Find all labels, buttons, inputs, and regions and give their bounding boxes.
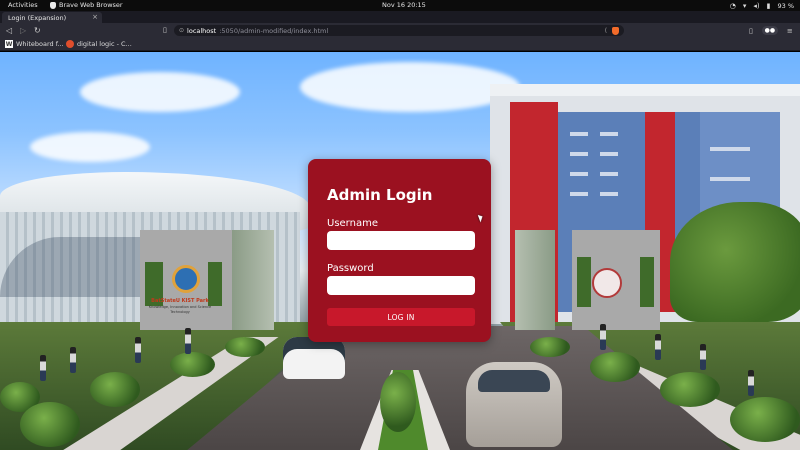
- gate-planter: [577, 257, 591, 307]
- window: [570, 132, 588, 136]
- password-input[interactable]: [327, 276, 475, 295]
- battery-percent: 93 %: [777, 1, 794, 10]
- pedestrian: [40, 355, 46, 381]
- wallet-icon[interactable]: ●●: [761, 26, 778, 35]
- digital-logic-icon: [66, 40, 74, 48]
- pedestrian: [655, 334, 661, 360]
- forward-icon[interactable]: ▷: [20, 25, 26, 36]
- window: [570, 152, 588, 156]
- pedestrian: [70, 347, 76, 373]
- system-tray[interactable]: ◔ ▾ ◂) ▮ 93 %: [730, 0, 794, 11]
- password-label: Password: [327, 263, 374, 274]
- login-title: Admin Login: [327, 186, 433, 204]
- shrub: [660, 372, 720, 407]
- site-info-icon[interactable]: ⊙: [179, 27, 184, 34]
- gate-sign-title: BatStateU KIST Park: [151, 298, 209, 304]
- white-car: [283, 337, 345, 379]
- shrub: [590, 352, 640, 382]
- bookmark-label: digital logic - C...: [77, 40, 132, 48]
- bookmark-digital-logic[interactable]: digital logic - C...: [66, 40, 132, 48]
- shrub: [730, 397, 800, 442]
- menu-icon[interactable]: ≡: [787, 27, 793, 35]
- university-logo: [172, 265, 200, 293]
- username-input[interactable]: [327, 231, 475, 250]
- wifi-icon: ▾: [742, 1, 747, 10]
- shrub: [90, 372, 140, 407]
- close-tab-icon[interactable]: ×: [92, 13, 98, 21]
- browser-toolbar: ◁ ▷ ↻ ▯ ⊙ localhost:5050/admin-modified/…: [0, 23, 800, 38]
- bookmark-whiteboard[interactable]: W Whiteboard f...: [5, 40, 64, 48]
- window: [600, 152, 618, 156]
- tree: [670, 202, 800, 322]
- app-menu[interactable]: Brave Web Browser: [50, 1, 123, 9]
- pedestrian: [748, 370, 754, 396]
- brave-lion-icon: [50, 1, 56, 9]
- left-gate-pillar: [232, 230, 274, 330]
- back-icon[interactable]: ◁: [6, 25, 12, 36]
- tab-title: Login (Expansion): [8, 13, 67, 22]
- activities-button[interactable]: Activities: [8, 1, 38, 9]
- bookmark-icon[interactable]: ▯: [163, 25, 167, 36]
- shrub: [20, 402, 80, 447]
- shrub: [170, 352, 215, 377]
- gate-sign-subtitle: Knowledge, Innovation and Science Techno…: [148, 305, 212, 314]
- window: [710, 147, 750, 151]
- right-building-roof: [490, 84, 800, 96]
- shrub: [225, 337, 265, 357]
- reload-icon[interactable]: ↻: [34, 25, 41, 36]
- university-seal: [592, 268, 622, 298]
- clock[interactable]: Nov 16 20:15: [382, 1, 426, 9]
- window: [570, 172, 588, 176]
- username-label: Username: [327, 218, 378, 229]
- app-name: Brave Web Browser: [59, 1, 123, 9]
- whiteboard-icon: W: [5, 40, 13, 48]
- bookmarks-bar: W Whiteboard f... digital logic - C...: [0, 38, 800, 51]
- pedestrian: [700, 344, 706, 370]
- pedestrian: [135, 337, 141, 363]
- background-cloud: [80, 72, 240, 112]
- login-button[interactable]: LOG IN: [327, 308, 475, 326]
- accessibility-icon: ◔: [729, 1, 736, 10]
- tab-login[interactable]: Login (Expansion) ×: [2, 12, 102, 23]
- brave-shields-icon[interactable]: [612, 26, 619, 35]
- battery-icon: ▮: [766, 1, 771, 10]
- url-path: :5050/admin-modified/index.html: [219, 26, 329, 35]
- window: [710, 177, 750, 181]
- window: [600, 192, 618, 196]
- background-cloud: [300, 62, 520, 112]
- address-bar[interactable]: ⊙ localhost:5050/admin-modified/index.ht…: [174, 25, 624, 36]
- shrub: [380, 372, 416, 432]
- gate-sign: BatStateU KIST Park Knowledge, Innovatio…: [140, 297, 220, 317]
- pedestrian: [185, 328, 191, 354]
- tab-strip: Login (Expansion) × + ⌄ – ▢ ✕: [0, 11, 800, 32]
- window: [570, 192, 588, 196]
- shrub: [530, 337, 570, 357]
- right-gate-pillar: [515, 230, 555, 330]
- gate-planter: [640, 257, 654, 307]
- login-card: Admin Login Username Password LOG IN: [308, 159, 491, 342]
- window: [600, 132, 618, 136]
- system-top-bar: Activities Brave Web Browser Nov 16 20:1…: [0, 0, 800, 11]
- background-cloud: [30, 132, 150, 162]
- url-host: localhost: [187, 26, 217, 35]
- volume-icon: ◂): [753, 1, 760, 10]
- bookmark-label: Whiteboard f...: [16, 40, 64, 48]
- share-icon[interactable]: ⟨: [605, 27, 607, 34]
- sidebar-icon[interactable]: ▯: [749, 27, 753, 35]
- car-rear-window: [478, 370, 550, 392]
- pedestrian: [600, 324, 606, 350]
- window: [600, 172, 618, 176]
